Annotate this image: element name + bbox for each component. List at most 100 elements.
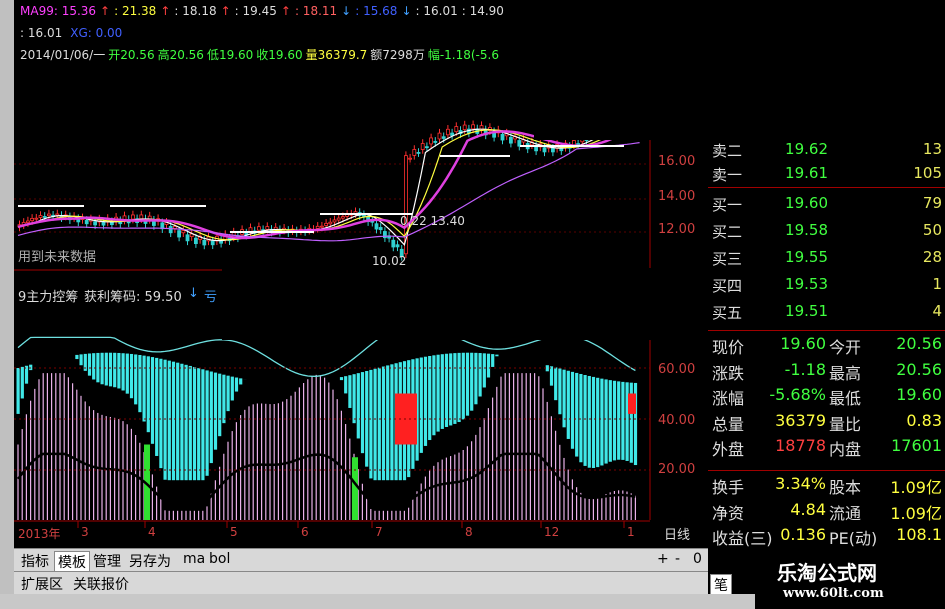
detail-tab-1[interactable]: 价 <box>732 574 752 594</box>
stat-label: 换手 <box>712 478 745 497</box>
candle-body-18 <box>93 221 97 226</box>
ma-values-line: MA99: 15.36 ↑: 21.38 ↑: 18.18 ↑: 19.45 ↑: 18… <box>20 4 508 18</box>
stat-row-1: 涨跌 -1.18 最高 20.56 <box>708 360 945 385</box>
bottom-toolbar-2: 扩展区 关联报价 笔价 <box>14 571 749 596</box>
x-year-label: 2013年 <box>18 527 61 541</box>
order-row-1[interactable]: 卖一 19.61 105 <box>708 164 945 188</box>
cyan-bar-80 <box>352 374 356 424</box>
cyan-bar-99 <box>432 355 436 436</box>
order-price: 19.51 <box>785 302 828 320</box>
bottom-toolbar: 指标 模板 管理 另存为 ma bol + -0 <box>14 548 708 573</box>
zoom-button-1[interactable]: - <box>672 551 683 567</box>
cyan-bar-131 <box>566 370 570 439</box>
masked-area <box>534 0 708 140</box>
candle-body-9 <box>55 213 60 216</box>
logo-title: 乐淘公式网 <box>777 561 877 585</box>
stat-row-0: 现价 19.60 今开 20.56 <box>708 334 945 359</box>
candle-body-86 <box>378 227 383 231</box>
candle-body-101 <box>441 136 446 139</box>
x-month-label-0: 3 <box>81 525 89 539</box>
order-row-6[interactable]: 买五 19.51 4 <box>708 302 945 326</box>
indicator-tab-4[interactable]: ma <box>180 551 208 567</box>
stat-value-2: 1.09亿 <box>890 478 942 497</box>
stat-label-2: 量比 <box>829 414 862 434</box>
order-row-2[interactable]: 买一 19.60 79 <box>708 194 945 218</box>
stat-value-2: 0.83 <box>906 410 942 430</box>
order-row-0[interactable]: 卖二 19.62 13 <box>708 140 945 164</box>
info-value-4: 收19.60 <box>256 48 303 62</box>
cyan-bar-110 <box>478 353 482 397</box>
order-price: 19.62 <box>785 140 828 158</box>
x-month-label-3: 6 <box>301 525 309 539</box>
price-tick-16: 16.00 <box>658 154 696 169</box>
stat-value: 19.60 <box>780 334 826 353</box>
info-value-8: : 18.11 <box>294 4 338 18</box>
order-label: 买四 <box>712 277 743 295</box>
cyan-bar-127 <box>549 366 554 386</box>
candle-body-76 <box>336 217 341 221</box>
candle-body-95 <box>416 152 421 154</box>
indicator-tab-2[interactable]: 管理 <box>90 551 124 571</box>
info-value-5: 量36379.7 <box>305 48 368 62</box>
cyan-bar-3 <box>29 364 33 371</box>
cyan-bar-44 <box>201 369 205 481</box>
stat-value: 4.84 <box>790 499 826 519</box>
info-value-1: 开20.56 <box>108 48 155 62</box>
detail-tab-0[interactable]: 笔 <box>710 574 732 596</box>
loss-arrow-icon: ↓ <box>188 286 199 301</box>
cyan-bar-85 <box>373 368 377 481</box>
info-value-4: : 18.18 <box>174 4 217 18</box>
info-value-1: XG: 0.00 <box>70 26 123 40</box>
extension-tab-1[interactable]: 关联报价 <box>70 574 132 594</box>
candle-body-108 <box>471 124 476 130</box>
cyan-bar-45 <box>205 370 209 476</box>
extension-tab-0[interactable]: 扩展区 <box>18 574 66 594</box>
cyan-bar-79 <box>348 375 352 408</box>
cyan-bar-77 <box>339 377 344 381</box>
x-month-label-6: 12 <box>544 525 560 539</box>
stat-label: 现价 <box>712 338 745 357</box>
logo-url: www.60lt.com <box>783 586 884 601</box>
order-volume: 105 <box>913 164 942 182</box>
cyan-bar-108 <box>470 352 474 411</box>
info-value-2: : 21.38 <box>114 4 157 18</box>
stat-label: 总量 <box>712 414 745 434</box>
cyan-bar-82 <box>360 372 365 454</box>
indicator-tab-3[interactable]: 另存为 <box>126 551 174 571</box>
cyan-bar-137 <box>591 376 596 468</box>
zoom-button-0[interactable]: + <box>654 551 672 567</box>
order-row-4[interactable]: 买三 19.55 28 <box>708 248 945 272</box>
cyan-bar-38 <box>176 362 180 481</box>
cyan-bar-132 <box>570 371 575 449</box>
zoom-button-2[interactable]: 0 <box>690 551 705 567</box>
period-label[interactable]: 日线 <box>664 524 690 543</box>
candle-body-100 <box>437 132 442 140</box>
cyan-bar-43 <box>197 368 201 481</box>
indicator-tab-0[interactable]: 指标 <box>18 551 52 571</box>
indicator-tab-1[interactable]: 模板 <box>54 551 90 573</box>
order-price: 19.55 <box>785 248 828 266</box>
cyan-bar-47 <box>213 372 218 450</box>
candle-body-42 <box>193 237 198 245</box>
order-row-5[interactable]: 买四 19.53 1 <box>708 275 945 299</box>
candle-body-6 <box>42 216 47 218</box>
x-month-label-7: 1 <box>627 525 635 539</box>
cyan-bar-114 <box>495 354 499 357</box>
cyan-bar-133 <box>575 372 579 457</box>
stat-label-2: 股本 <box>829 478 862 497</box>
indicator-tab-5[interactable]: bol <box>206 551 233 567</box>
stat-value-2: 19.60 <box>896 385 942 404</box>
order-price: 19.58 <box>785 221 828 239</box>
candle-body-106 <box>462 124 467 131</box>
cyan-bar-32 <box>150 357 155 444</box>
cyan-bar-48 <box>218 373 222 437</box>
stat-value: -1.18 <box>784 359 826 379</box>
watermark-logo: 乐淘公式网 www.60lt.com <box>755 548 945 609</box>
cyan-bar-28 <box>134 354 138 405</box>
candle-body-38 <box>177 230 182 238</box>
order-row-3[interactable]: 买二 19.58 50 <box>708 221 945 245</box>
order-label: 买二 <box>712 223 743 241</box>
cyan-bar-111 <box>482 353 486 388</box>
candle-body-59 <box>265 226 270 230</box>
cyan-bar-41 <box>188 365 192 481</box>
